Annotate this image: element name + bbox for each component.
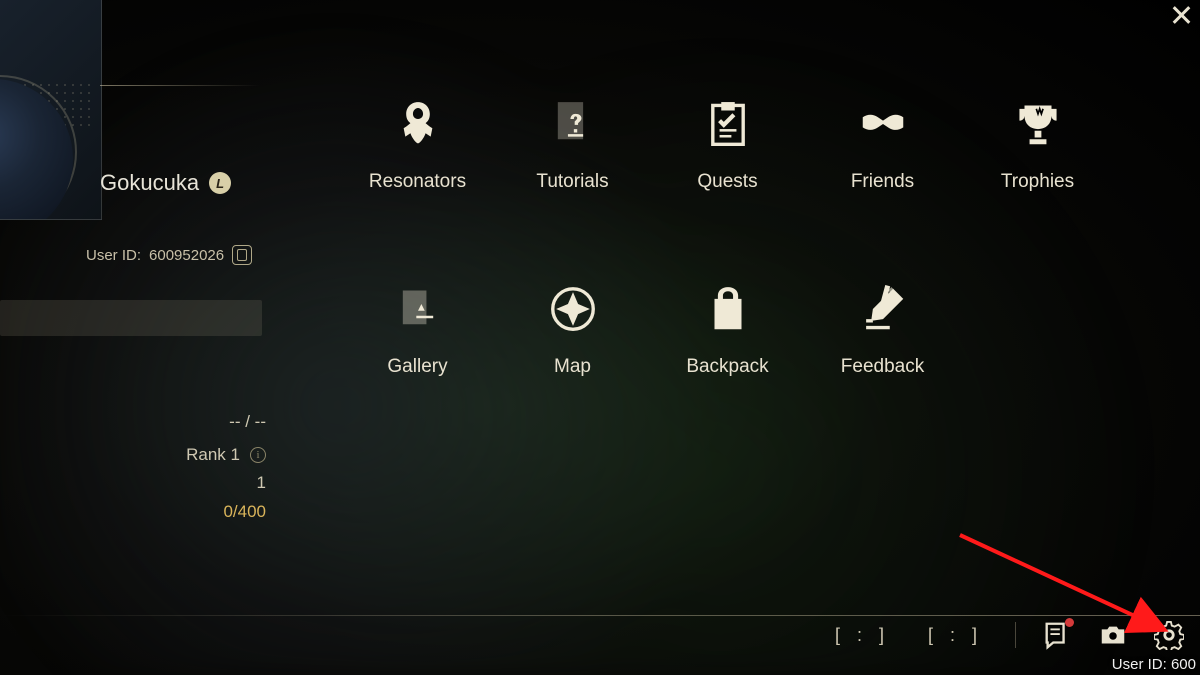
menu-tutorials[interactable]: Tutorials <box>495 95 650 230</box>
user-id-label: User ID: <box>86 247 141 264</box>
avatar-frame[interactable] <box>0 0 102 220</box>
trophies-icon <box>1009 95 1067 153</box>
user-id-value: 600952026 <box>149 247 224 264</box>
menu-label: Trophies <box>1001 171 1074 193</box>
menu-quests[interactable]: Quests <box>650 95 805 230</box>
bottom-bar: [ : ] [ : ] <box>0 615 1200 655</box>
profile-panel: Gokucuka L User ID: 600952026 -- / -- Ra… <box>0 0 290 8</box>
stat-row-rank: Rank 1 i <box>10 445 280 465</box>
resonators-icon <box>389 95 447 153</box>
user-id-row: User ID: 600952026 <box>86 245 252 265</box>
map-icon <box>544 280 602 338</box>
quests-icon <box>699 95 757 153</box>
notification-dot-icon <box>1065 618 1074 627</box>
player-name-row: Gokucuka L <box>100 170 231 196</box>
menu-backpack[interactable]: Backpack <box>650 280 805 415</box>
menu-grid: Resonators Tutorials Quests Friends Trop… <box>340 95 1115 415</box>
menu-map[interactable]: Map <box>495 280 650 415</box>
menu-feedback[interactable]: Feedback <box>805 280 960 415</box>
menu-gallery[interactable]: Gallery <box>340 280 495 415</box>
user-id-overlay: User ID: 600 <box>1112 656 1196 673</box>
notice-button[interactable] <box>1042 620 1072 650</box>
signature-field[interactable] <box>0 300 262 336</box>
time-button-2[interactable]: [ : ] <box>922 625 989 646</box>
info-icon[interactable]: i <box>250 447 266 463</box>
stat-row-one: 1 <box>10 473 280 493</box>
time-button-1[interactable]: [ : ] <box>829 625 896 646</box>
menu-resonators[interactable]: Resonators <box>340 95 495 230</box>
menu-label: Map <box>554 356 591 378</box>
menu-label: Tutorials <box>536 171 608 193</box>
menu-label: Feedback <box>841 356 924 378</box>
menu-friends[interactable]: Friends <box>805 95 960 230</box>
friends-icon <box>854 95 912 153</box>
camera-button[interactable] <box>1098 620 1128 650</box>
gallery-icon <box>389 280 447 338</box>
backpack-icon <box>699 280 757 338</box>
menu-label: Quests <box>697 171 757 193</box>
level-badge-icon: L <box>209 172 231 194</box>
copy-icon[interactable] <box>232 245 252 265</box>
player-name: Gokucuka <box>100 170 199 196</box>
menu-label: Resonators <box>369 171 466 193</box>
settings-button[interactable] <box>1154 620 1184 650</box>
menu-label: Friends <box>851 171 914 193</box>
stat-row-xp: 0/400 <box>10 502 280 522</box>
tutorials-icon <box>544 95 602 153</box>
menu-label: Backpack <box>686 356 768 378</box>
divider <box>100 85 260 86</box>
menu-trophies[interactable]: Trophies <box>960 95 1115 230</box>
separator <box>1015 622 1016 648</box>
feedback-icon <box>854 280 912 338</box>
close-button[interactable] <box>1172 4 1200 32</box>
menu-label: Gallery <box>387 356 447 378</box>
stat-row-dash: -- / -- <box>10 412 280 432</box>
